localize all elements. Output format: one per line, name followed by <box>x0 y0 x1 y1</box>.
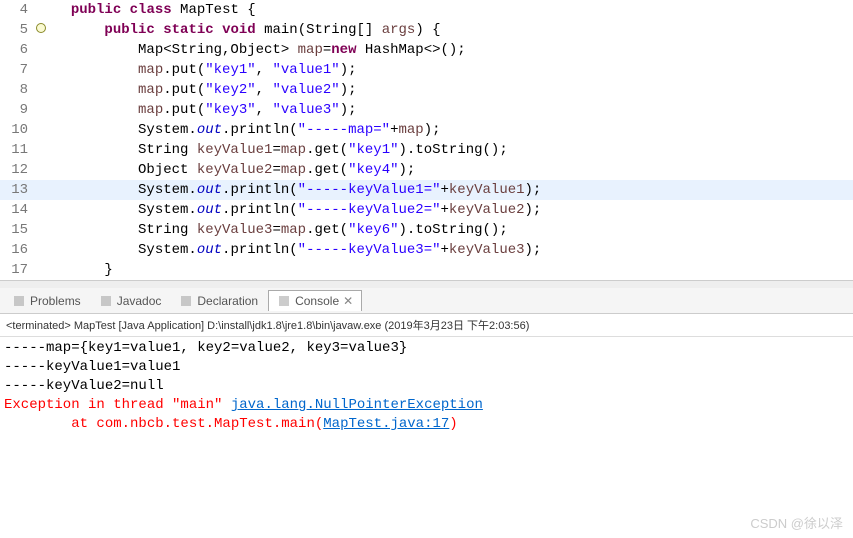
console-header: <terminated> MapTest [Java Application] … <box>0 314 853 337</box>
line-number: 16 <box>0 242 36 258</box>
code-content[interactable]: Map<String,Object> map=new HashMap<>(); <box>54 42 853 58</box>
close-icon[interactable]: ✕ <box>343 294 353 308</box>
pane-separator[interactable] <box>0 280 853 288</box>
stack-link[interactable]: MapTest.java:17 <box>323 416 449 432</box>
tab-declaration[interactable]: Declaration <box>171 291 266 311</box>
code-line[interactable]: 4 public class MapTest { <box>0 0 853 20</box>
code-line[interactable]: 10 System.out.println("-----map="+map); <box>0 120 853 140</box>
stack-link[interactable]: java.lang.NullPointerException <box>231 397 483 413</box>
console-line: -----map={key1=value1, key2=value2, key3… <box>4 339 849 358</box>
line-number: 5 <box>0 22 36 38</box>
code-content[interactable]: System.out.println("-----map="+map); <box>54 122 853 138</box>
code-content[interactable]: System.out.println("-----keyValue2="+key… <box>54 202 853 218</box>
code-line[interactable]: 13 System.out.println("-----keyValue1="+… <box>0 180 853 200</box>
line-number: 8 <box>0 82 36 98</box>
console-output[interactable]: -----map={key1=value1, key2=value2, key3… <box>0 337 853 436</box>
console-icon <box>277 294 291 308</box>
code-line[interactable]: 7 map.put("key1", "value1"); <box>0 60 853 80</box>
declaration-icon <box>179 294 193 308</box>
code-content[interactable]: public static void main(String[] args) { <box>54 22 853 38</box>
code-content[interactable]: map.put("key2", "value2"); <box>54 82 853 98</box>
line-number: 7 <box>0 62 36 78</box>
code-line[interactable]: 5 public static void main(String[] args)… <box>0 20 853 40</box>
gutter-marker <box>36 22 54 38</box>
tab-console[interactable]: Console ✕ <box>268 290 362 311</box>
line-number: 13 <box>0 182 36 198</box>
code-line[interactable]: 15 String keyValue3=map.get("key6").toSt… <box>0 220 853 240</box>
line-number: 17 <box>0 262 36 278</box>
code-line[interactable]: 9 map.put("key3", "value3"); <box>0 100 853 120</box>
code-editor[interactable]: 4 public class MapTest {5 public static … <box>0 0 853 280</box>
line-number: 14 <box>0 202 36 218</box>
code-content[interactable]: public class MapTest { <box>54 2 853 18</box>
line-number: 15 <box>0 222 36 238</box>
line-number: 10 <box>0 122 36 138</box>
bottom-tabs: Problems Javadoc Declaration Console ✕ <box>0 288 853 314</box>
tab-javadoc[interactable]: Javadoc <box>91 291 170 311</box>
line-number: 6 <box>0 42 36 58</box>
javadoc-icon <box>99 294 113 308</box>
line-number: 12 <box>0 162 36 178</box>
tab-problems[interactable]: Problems <box>4 291 89 311</box>
line-number: 9 <box>0 102 36 118</box>
code-content[interactable]: String keyValue3=map.get("key6").toStrin… <box>54 222 853 238</box>
tab-label: Problems <box>30 294 81 308</box>
tab-label: Console <box>295 294 339 308</box>
code-line[interactable]: 6 Map<String,Object> map=new HashMap<>()… <box>0 40 853 60</box>
console-line: Exception in thread "main" java.lang.Nul… <box>4 396 849 415</box>
code-content[interactable]: System.out.println("-----keyValue1="+key… <box>54 182 853 198</box>
tab-label: Javadoc <box>117 294 162 308</box>
code-line[interactable]: 8 map.put("key2", "value2"); <box>0 80 853 100</box>
code-content[interactable]: map.put("key3", "value3"); <box>54 102 853 118</box>
line-number: 11 <box>0 142 36 158</box>
watermark: CSDN @徐以泽 <box>750 513 843 532</box>
line-number: 4 <box>0 2 36 18</box>
code-line[interactable]: 12 Object keyValue2=map.get("key4"); <box>0 160 853 180</box>
problems-icon <box>12 294 26 308</box>
code-content[interactable]: String keyValue1=map.get("key1").toStrin… <box>54 142 853 158</box>
code-content[interactable]: map.put("key1", "value1"); <box>54 62 853 78</box>
code-content[interactable]: System.out.println("-----keyValue3="+key… <box>54 242 853 258</box>
console-line: at com.nbcb.test.MapTest.main(MapTest.ja… <box>4 415 849 434</box>
console-line: -----keyValue1=value1 <box>4 358 849 377</box>
code-content[interactable]: Object keyValue2=map.get("key4"); <box>54 162 853 178</box>
console-line: -----keyValue2=null <box>4 377 849 396</box>
tab-label: Declaration <box>197 294 258 308</box>
code-line[interactable]: 14 System.out.println("-----keyValue2="+… <box>0 200 853 220</box>
code-line[interactable]: 17 } <box>0 260 853 280</box>
code-line[interactable]: 16 System.out.println("-----keyValue3="+… <box>0 240 853 260</box>
code-line[interactable]: 11 String keyValue1=map.get("key1").toSt… <box>0 140 853 160</box>
code-content[interactable]: } <box>54 262 853 278</box>
